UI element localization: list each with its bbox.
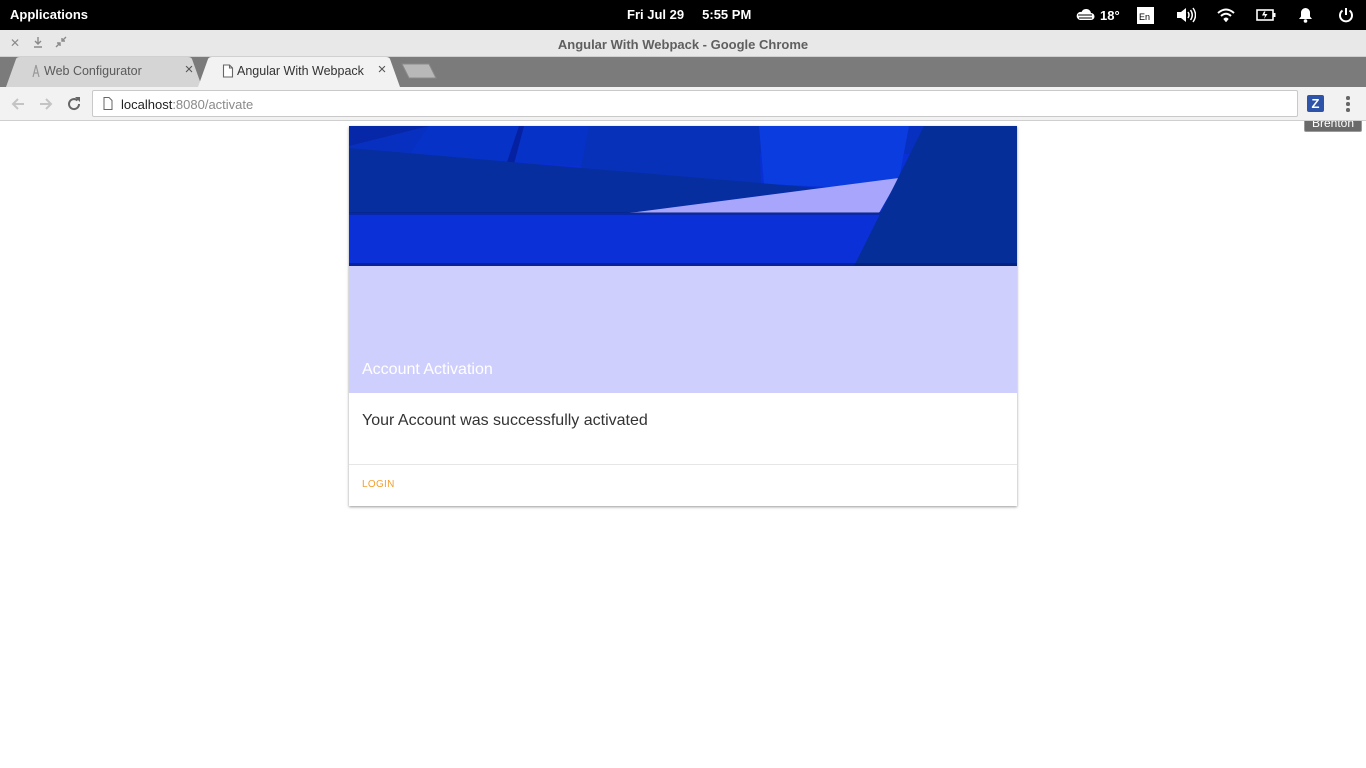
- system-clock[interactable]: Fri Jul 29 5:55 PM: [627, 7, 751, 22]
- extension-z-icon[interactable]: Z: [1307, 95, 1324, 112]
- keyboard-layout-indicator[interactable]: En: [1137, 6, 1154, 24]
- browser-menu-icon[interactable]: [1342, 95, 1354, 113]
- power-indicator[interactable]: [1338, 6, 1354, 24]
- browser-toolbar: localhost:8080/activate Z: [0, 87, 1366, 121]
- card-divider: [349, 464, 1017, 465]
- page-icon: [222, 64, 234, 78]
- window-title-bar: ✕ Angular With Webpack - Google Chrome: [0, 30, 1366, 57]
- tab-strip: Web Configurator × Angular With Webpack …: [0, 57, 1366, 132]
- bell-icon: [1299, 8, 1312, 23]
- account-activation-card: Account Activation Your Account was succ…: [349, 126, 1017, 506]
- wifi-icon: [1217, 8, 1235, 22]
- back-arrow-icon[interactable]: [9, 95, 27, 113]
- svg-text:En: En: [1139, 12, 1150, 22]
- weather-indicator[interactable]: 18°: [1076, 6, 1120, 24]
- applications-menu[interactable]: Applications: [10, 7, 88, 22]
- tab-title: Web Configurator: [44, 64, 142, 78]
- volume-indicator[interactable]: [1176, 6, 1196, 24]
- reload-icon[interactable]: [65, 95, 83, 113]
- activation-message: Your Account was successfully activated: [362, 412, 648, 429]
- weather-temperature: 18°: [1100, 7, 1120, 23]
- card-title-area: Account Activation: [349, 266, 1017, 393]
- volume-icon: [1177, 7, 1196, 23]
- url-text[interactable]: localhost:8080/activate: [121, 97, 253, 112]
- page-info-icon[interactable]: [103, 97, 113, 110]
- window-title: Angular With Webpack - Google Chrome: [557, 37, 809, 52]
- power-icon: [1339, 8, 1353, 23]
- tab-web-configurator[interactable]: Web Configurator ×: [6, 57, 202, 87]
- generic-site-icon: [32, 64, 40, 78]
- card-title: Account Activation: [362, 361, 493, 378]
- new-tab-button[interactable]: [401, 63, 437, 79]
- card-header-image: [349, 126, 1017, 266]
- tab-title: Angular With Webpack: [237, 64, 364, 78]
- tab-close-icon[interactable]: ×: [375, 62, 389, 77]
- address-bar[interactable]: localhost:8080/activate: [92, 90, 1298, 117]
- tab-angular-with-webpack[interactable]: Angular With Webpack ×: [198, 57, 400, 87]
- keyboard-layout-icon: En: [1137, 6, 1154, 24]
- wifi-indicator[interactable]: [1217, 6, 1235, 24]
- battery-indicator[interactable]: [1256, 6, 1276, 24]
- notifications-indicator[interactable]: [1298, 6, 1313, 24]
- forward-arrow-icon[interactable]: [37, 95, 55, 113]
- battery-icon: [1256, 9, 1276, 21]
- url-host: localhost: [121, 97, 173, 112]
- login-button[interactable]: LOGIN: [362, 479, 395, 490]
- tab-close-icon[interactable]: ×: [182, 62, 196, 77]
- weather-cloud-icon: [1076, 8, 1095, 20]
- system-top-bar: Applications Fri Jul 29 5:55 PM 18° En: [0, 0, 1366, 30]
- url-path: :8080/activate: [172, 97, 254, 112]
